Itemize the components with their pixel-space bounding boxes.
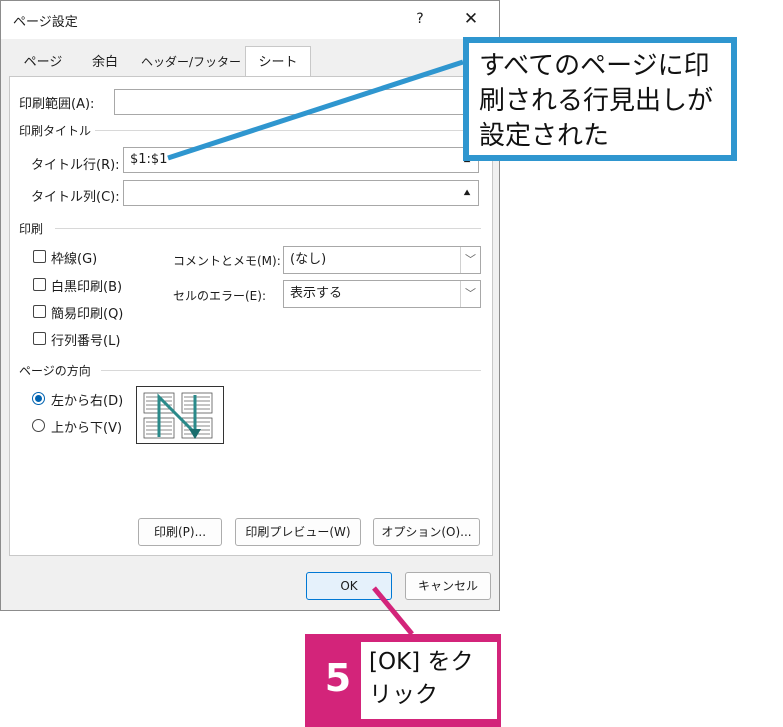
step-number: 5: [324, 656, 352, 700]
step-instruction: [OK] をクリック: [361, 642, 497, 719]
callout-blue-pointer: [167, 59, 464, 161]
callout-title-rows-set: すべてのページに印刷される行見出しが設定された: [463, 37, 737, 161]
callout-step-5: 5 [OK] をクリック: [305, 634, 501, 727]
callout-pink-pointer: [372, 586, 414, 636]
